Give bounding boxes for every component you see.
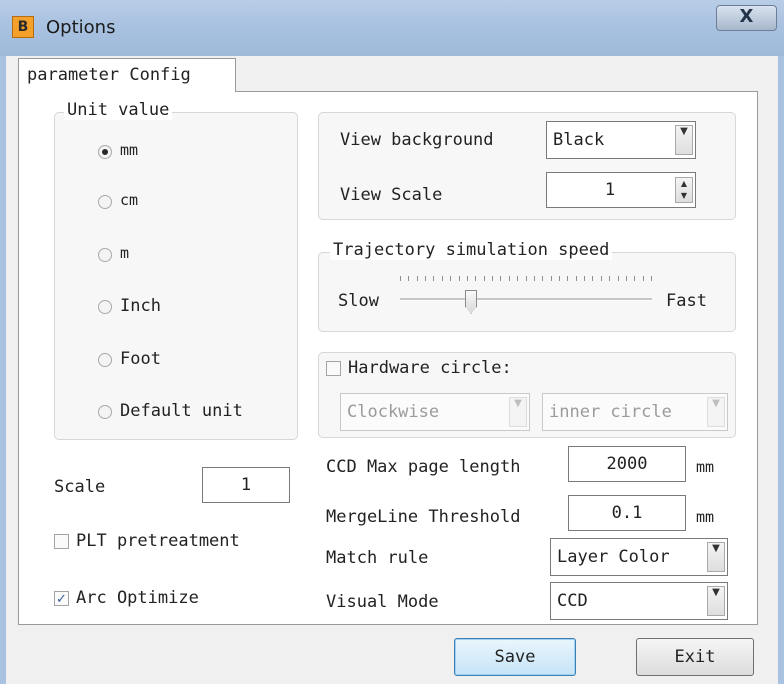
plt-pretreatment-checkbox[interactable] [54, 534, 69, 549]
arc-optimize-checkbox[interactable]: ✓ [54, 591, 69, 607]
tab-parameter-config[interactable]: parameter Config [18, 58, 236, 92]
radio-label-m: m [120, 244, 130, 262]
speed-slider-ticks [400, 276, 652, 284]
chevron-down-icon[interactable]: ▼ [707, 586, 725, 616]
slider-tick [567, 276, 568, 281]
view-scale-spinner[interactable]: 1 ▲ ▼ [546, 172, 696, 208]
slider-tick [425, 276, 426, 281]
slider-tick [408, 276, 409, 281]
direction-value: Clockwise [347, 402, 440, 422]
visual-mode-value: CCD [557, 591, 588, 611]
scale-label: Scale [54, 477, 106, 497]
radio-label-foot: Foot [120, 349, 161, 369]
ccd-max-page-length-label: CCD Max page length [326, 457, 521, 477]
plt-pretreatment-label: PLT pretreatment [76, 531, 240, 551]
view-background-value: Black [553, 130, 605, 150]
window-frame-right [778, 56, 784, 684]
hardware-circle-label: Hardware circle: [348, 358, 512, 378]
visual-mode-select[interactable]: CCD ▼ [550, 582, 728, 620]
scale-input[interactable]: 1 [202, 467, 290, 503]
radio-unit-foot[interactable] [98, 353, 112, 367]
exit-button[interactable]: Exit [636, 638, 754, 676]
view-scale-label: View Scale [340, 185, 443, 205]
fast-label: Fast [666, 291, 707, 311]
radio-label-mm: mm [120, 141, 139, 159]
match-rule-value: Layer Color [557, 547, 670, 567]
slider-tick [559, 276, 560, 281]
mergeline-threshold-label: MergeLine Threshold [326, 507, 521, 527]
slider-tick [526, 276, 527, 281]
slider-tick [433, 276, 434, 281]
slider-tick [459, 276, 460, 281]
spin-updown-icon[interactable]: ▲ ▼ [675, 177, 693, 203]
radio-unit-default[interactable] [98, 405, 112, 419]
slider-tick [467, 276, 468, 281]
slider-tick [500, 276, 501, 281]
slider-tick [584, 276, 585, 281]
slider-tick [601, 276, 602, 281]
view-scale-value: 1 [604, 180, 616, 200]
chevron-down-icon[interactable]: ▼ [707, 397, 725, 427]
trajectory-speed-legend: Trajectory simulation speed [330, 240, 613, 260]
slider-tick [492, 276, 493, 281]
view-background-select[interactable]: Black ▼ [546, 121, 696, 159]
circle-mode-select[interactable]: inner circle ▼ [542, 393, 728, 431]
mergeline-threshold-input[interactable]: 0.1 [568, 495, 686, 531]
radio-label-inch: Inch [120, 296, 161, 316]
close-button[interactable]: X [716, 5, 777, 31]
window-title: Options [46, 17, 116, 38]
slider-tick [651, 276, 652, 281]
slider-tick [551, 276, 552, 281]
slider-tick [576, 276, 577, 281]
radio-unit-mm[interactable] [98, 145, 112, 159]
slider-tick [534, 276, 535, 281]
circle-mode-value: inner circle [549, 402, 672, 422]
slider-tick [609, 276, 610, 281]
close-icon: X [739, 6, 754, 27]
slider-tick [417, 276, 418, 281]
radio-unit-cm[interactable] [98, 195, 112, 209]
slider-tick [618, 276, 619, 281]
slider-tick [643, 276, 644, 281]
direction-select[interactable]: Clockwise ▼ [340, 393, 530, 431]
radio-unit-m[interactable] [98, 248, 112, 262]
arc-optimize-label: Arc Optimize [76, 588, 199, 608]
view-background-label: View background [340, 130, 494, 150]
radio-unit-inch[interactable] [98, 300, 112, 314]
slider-tick [509, 276, 510, 281]
merge-unit-label: mm [696, 508, 715, 526]
chevron-down-icon[interactable]: ▼ [509, 397, 527, 427]
radio-label-default-unit: Default unit [120, 401, 243, 421]
slider-tick [442, 276, 443, 281]
chevron-down-icon[interactable]: ▼ [675, 125, 693, 155]
slider-tick [400, 276, 401, 281]
ccd-unit-label: mm [696, 458, 715, 476]
slow-label: Slow [338, 291, 379, 311]
speed-slider-track [400, 298, 652, 301]
radio-label-cm: cm [120, 191, 139, 209]
ccd-max-page-length-input[interactable]: 2000 [568, 446, 686, 482]
slider-tick [475, 276, 476, 281]
slider-tick [626, 276, 627, 281]
slider-tick [517, 276, 518, 281]
title-bar[interactable] [0, 0, 784, 57]
visual-mode-label: Visual Mode [326, 592, 439, 612]
chevron-down-icon[interactable]: ▼ [707, 542, 725, 572]
unit-value-group [54, 112, 298, 440]
unit-value-legend: Unit value [64, 100, 173, 120]
slider-tick [634, 276, 635, 281]
app-icon: B [12, 16, 34, 38]
save-button[interactable]: Save [454, 638, 576, 676]
slider-tick [542, 276, 543, 281]
match-rule-select[interactable]: Layer Color ▼ [550, 538, 728, 576]
check-icon: ✓ [56, 592, 67, 607]
slider-tick [450, 276, 451, 281]
slider-tick [484, 276, 485, 281]
match-rule-label: Match rule [326, 548, 429, 568]
slider-tick [592, 276, 593, 281]
hardware-circle-checkbox[interactable] [326, 361, 341, 376]
